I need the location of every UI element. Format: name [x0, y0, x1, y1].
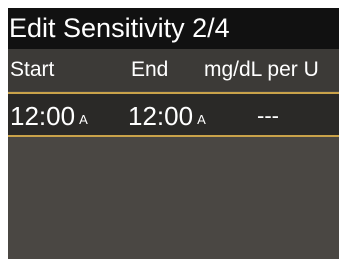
column-header-units: mg/dL per U: [204, 58, 319, 81]
device-screen: Edit Sensitivity 2/4 Start End mg/dL per…: [8, 8, 339, 259]
end-time-ampm: A: [197, 112, 206, 127]
end-time-cell[interactable]: 12:00 A: [128, 101, 206, 132]
column-header-end: End: [131, 58, 169, 81]
page-title: Edit Sensitivity 2/4: [8, 8, 339, 49]
column-header-row: Start End mg/dL per U: [8, 49, 339, 91]
sensitivity-segment-row-selected[interactable]: 12:00 A 12:00 A ---: [8, 92, 339, 137]
end-time-value: 12:00: [128, 101, 194, 131]
column-header-start: Start: [10, 58, 55, 81]
start-time-cell[interactable]: 12:00 A: [10, 101, 88, 132]
sensitivity-value-cell[interactable]: ---: [257, 103, 279, 129]
start-time-ampm: A: [79, 112, 88, 127]
start-time-value: 12:00: [10, 101, 76, 131]
